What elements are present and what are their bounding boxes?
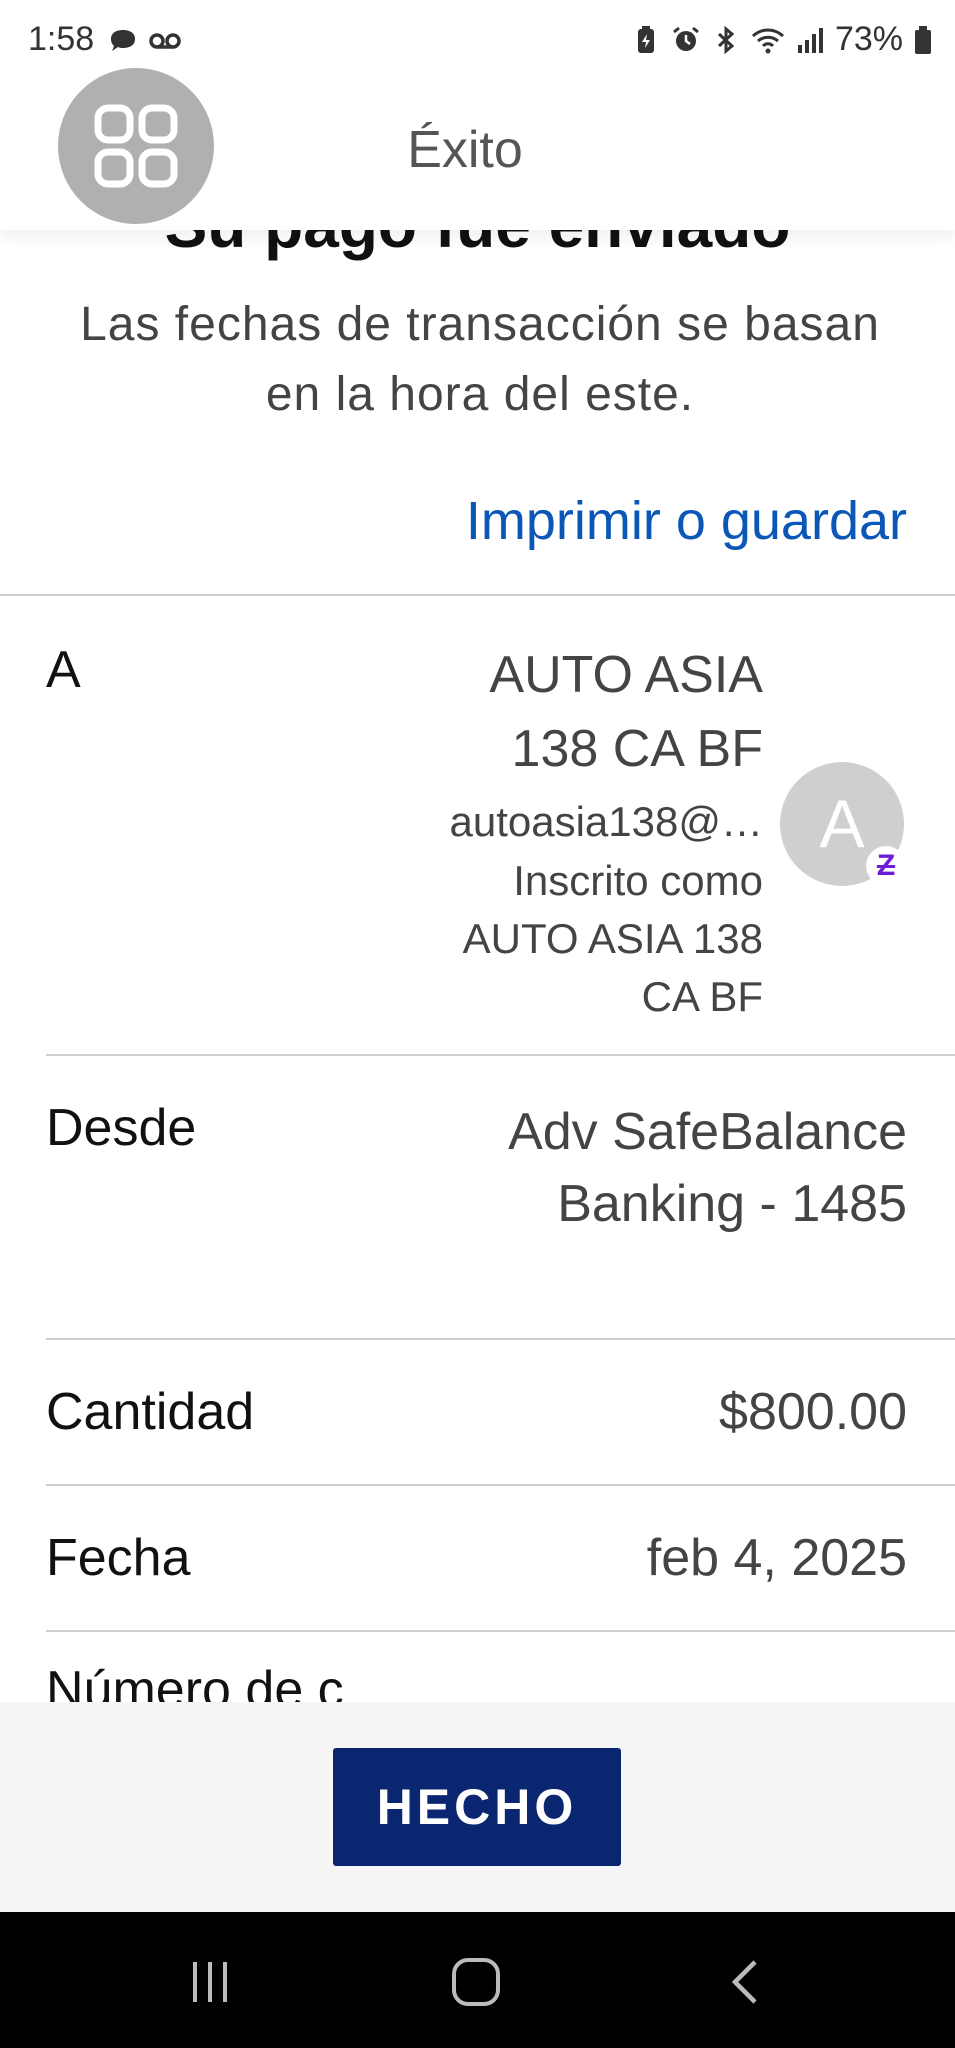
voicemail-icon	[149, 33, 181, 49]
back-icon	[731, 1960, 757, 2004]
from-account-line2: Banking - 1485	[557, 1175, 907, 1233]
recipient-email: autoasia138@…	[449, 798, 763, 845]
status-time: 1:58	[28, 20, 95, 58]
action-bar: HECHO	[0, 1702, 955, 1912]
enrolled-as-line1: Inscrito como	[513, 857, 763, 904]
done-button[interactable]: HECHO	[333, 1748, 621, 1866]
timezone-note: Las fechas de transacción se basan en la…	[80, 298, 880, 421]
signal-icon	[797, 27, 823, 53]
back-button[interactable]	[716, 1952, 776, 2012]
recent-apps-icon	[193, 1962, 227, 2002]
recipient-name-line1: AUTO ASIA	[489, 646, 763, 704]
recent-apps-button[interactable]	[180, 1952, 240, 2012]
battery-icon	[915, 25, 931, 54]
amount-value: $800.00	[719, 1383, 907, 1441]
zelle-badge-icon: Z	[866, 846, 906, 886]
recipient-name-line2: 138 CA BF	[511, 720, 763, 778]
print-or-save-link[interactable]: Imprimir o guardar	[466, 490, 907, 552]
to-label: A	[46, 641, 81, 699]
battery-percent: 73%	[834, 20, 903, 58]
apps-grid-icon	[94, 104, 178, 188]
home-button[interactable]	[446, 1952, 506, 2012]
system-nav-bar	[0, 1912, 955, 2048]
from-label: Desde	[46, 1099, 197, 1157]
chat-bubble-icon	[111, 30, 135, 51]
alarm-icon	[673, 26, 699, 51]
divider	[46, 1054, 955, 1056]
wifi-icon	[751, 28, 784, 53]
from-account-line1: Adv SafeBalance	[508, 1103, 907, 1161]
date-label: Fecha	[46, 1529, 191, 1587]
home-icon	[452, 1958, 500, 2006]
from-account: Adv SafeBalance Banking - 1485	[508, 1096, 907, 1240]
apps-menu-button[interactable]	[58, 68, 214, 224]
amount-label: Cantidad	[46, 1383, 255, 1441]
bluetooth-icon	[717, 25, 735, 54]
divider	[0, 594, 955, 596]
zelle-badge-letter: Z	[876, 849, 896, 882]
battery-saver-icon	[637, 25, 654, 53]
enrolled-as-line3: CA BF	[641, 973, 763, 1020]
enrolled-as-line2: AUTO ASIA 138	[462, 915, 763, 962]
divider	[46, 1338, 955, 1340]
divider	[46, 1484, 955, 1486]
recipient-details: AUTO ASIA 138 CA BF autoasia138@… Inscri…	[449, 638, 763, 1026]
date-value: feb 4, 2025	[646, 1529, 907, 1587]
divider	[46, 1630, 955, 1632]
